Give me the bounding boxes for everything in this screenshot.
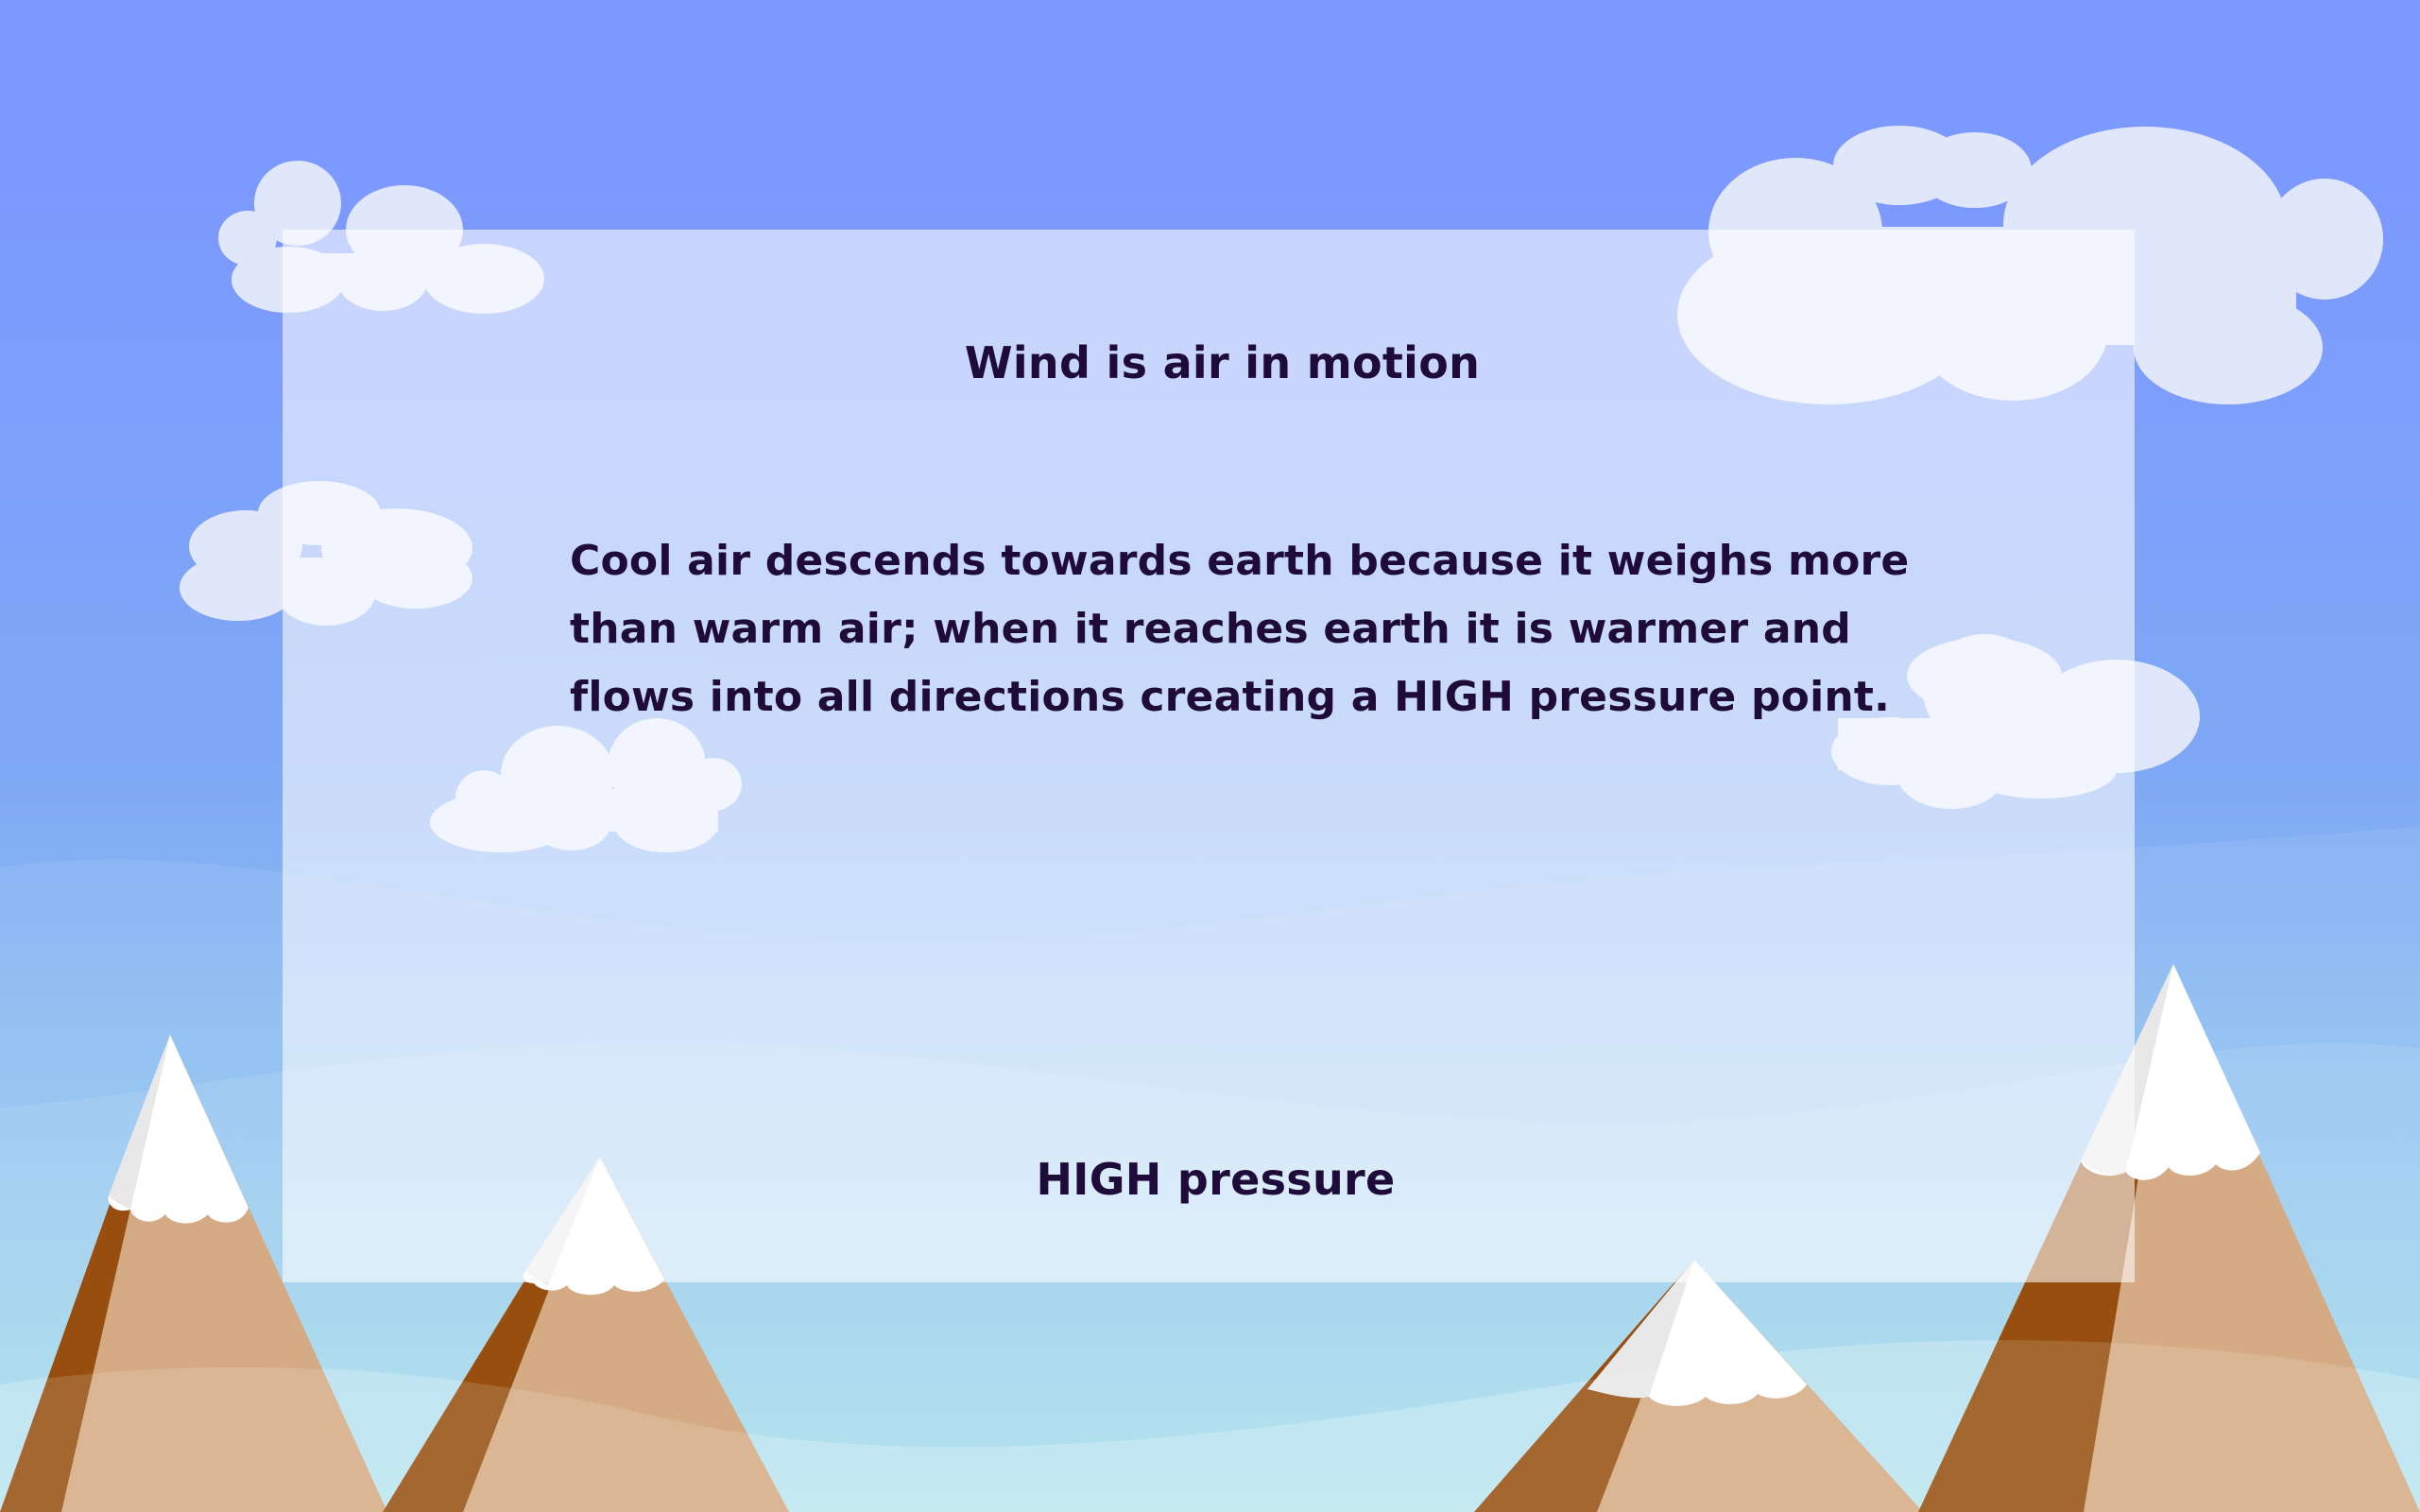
content-panel: Wind is air in motion Cool air descends … [283, 230, 2135, 1282]
slide-title: Wind is air in motion [964, 337, 1481, 388]
high-pressure-label: HIGH pressure [1036, 1154, 1396, 1205]
slide-body-text: Cool air descends towards earth because … [570, 537, 1910, 721]
